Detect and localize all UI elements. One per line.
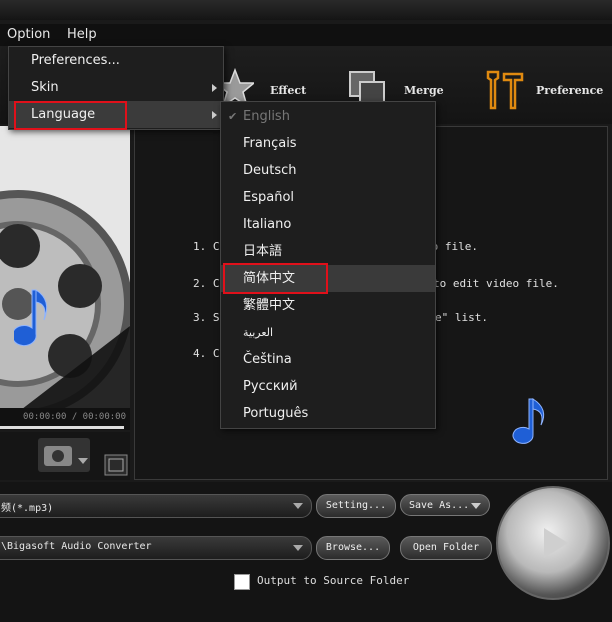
menu-option[interactable]: Option — [7, 27, 50, 42]
language-francais[interactable]: Français — [221, 130, 435, 157]
merge-label: Merge — [404, 84, 444, 97]
submenu-arrow-icon — [212, 84, 217, 92]
language-label: Italiano — [243, 217, 292, 232]
destination-value: \Bigasoft Audio Converter — [1, 541, 152, 552]
fullscreen-icon[interactable] — [104, 454, 128, 476]
destination-dropdown[interactable]: \Bigasoft Audio Converter — [0, 536, 312, 560]
language-label: English — [243, 109, 290, 124]
video-preview — [0, 126, 130, 408]
language-japanese[interactable]: 日本語 — [221, 238, 435, 265]
film-reel-icon — [0, 126, 130, 408]
language-label: Deutsch — [243, 163, 297, 178]
language-russian[interactable]: Русский — [221, 373, 435, 400]
menu-item-label: Preferences... — [31, 53, 120, 68]
language-label: Español — [243, 190, 295, 205]
chevron-down-icon — [471, 503, 481, 509]
checkmark-icon: ✔ — [228, 110, 238, 123]
language-italiano[interactable]: Italiano — [221, 211, 435, 238]
language-portuguese[interactable]: Português — [221, 400, 435, 427]
language-arabic[interactable]: العربية — [221, 319, 435, 346]
chevron-down-icon — [293, 503, 303, 509]
language-english[interactable]: ✔ English — [221, 103, 435, 130]
profile-value: 频(*.mp3) — [1, 503, 54, 514]
language-label: Português — [243, 406, 309, 421]
chevron-down-icon — [293, 545, 303, 551]
seek-bar[interactable]: 00:00:00 / 00:00:00 — [0, 408, 130, 430]
convert-button[interactable] — [496, 486, 610, 600]
language-espanol[interactable]: Español — [221, 184, 435, 211]
language-label: Français — [243, 136, 297, 151]
language-label: العربية — [243, 326, 274, 339]
menu-help[interactable]: Help — [67, 27, 97, 42]
menu-item-preferences[interactable]: Preferences... — [9, 47, 223, 74]
language-deutsch[interactable]: Deutsch — [221, 157, 435, 184]
menu-bar: Option Help — [0, 24, 612, 46]
output-to-source-label: Output to Source Folder — [257, 574, 410, 587]
preview-controls — [0, 432, 130, 480]
open-folder-button[interactable]: Open Folder — [400, 536, 492, 560]
language-label: Čeština — [243, 352, 292, 367]
browse-button[interactable]: Browse... — [316, 536, 390, 560]
save-as-button[interactable]: Save As... — [400, 494, 490, 516]
title-bar — [0, 0, 612, 20]
effect-label: Effect — [270, 84, 307, 97]
language-traditional-chinese[interactable]: 繁體中文 — [221, 292, 435, 319]
language-highlight-box — [14, 101, 127, 130]
music-note-icon — [512, 398, 545, 444]
camera-icon[interactable] — [38, 438, 90, 474]
menu-item-skin[interactable]: Skin — [9, 74, 223, 101]
tools-icon — [486, 70, 524, 110]
language-label: Русский — [243, 379, 298, 394]
save-as-label: Save As... — [409, 500, 470, 511]
preference-label: Preference — [536, 84, 604, 97]
music-note-icon — [14, 289, 48, 347]
language-label: 繁體中文 — [243, 298, 296, 313]
setting-button[interactable]: Setting... — [316, 494, 396, 518]
simplified-chinese-highlight-box — [223, 263, 328, 294]
language-label: 日本語 — [243, 244, 283, 259]
step-2-tail: to edit video file. — [433, 277, 559, 290]
seek-track[interactable] — [0, 426, 124, 429]
step-3-tail: e" list. — [435, 311, 488, 324]
play-icon — [544, 528, 568, 558]
menu-item-label: Skin — [31, 80, 59, 95]
preference-button[interactable]: Preference — [482, 46, 610, 124]
output-to-source-checkbox[interactable] — [234, 574, 250, 590]
language-czech[interactable]: Čeština — [221, 346, 435, 373]
playback-time: 00:00:00 / 00:00:00 — [23, 412, 126, 422]
submenu-arrow-icon — [212, 111, 217, 119]
profile-dropdown[interactable]: 频(*.mp3) — [0, 494, 312, 518]
